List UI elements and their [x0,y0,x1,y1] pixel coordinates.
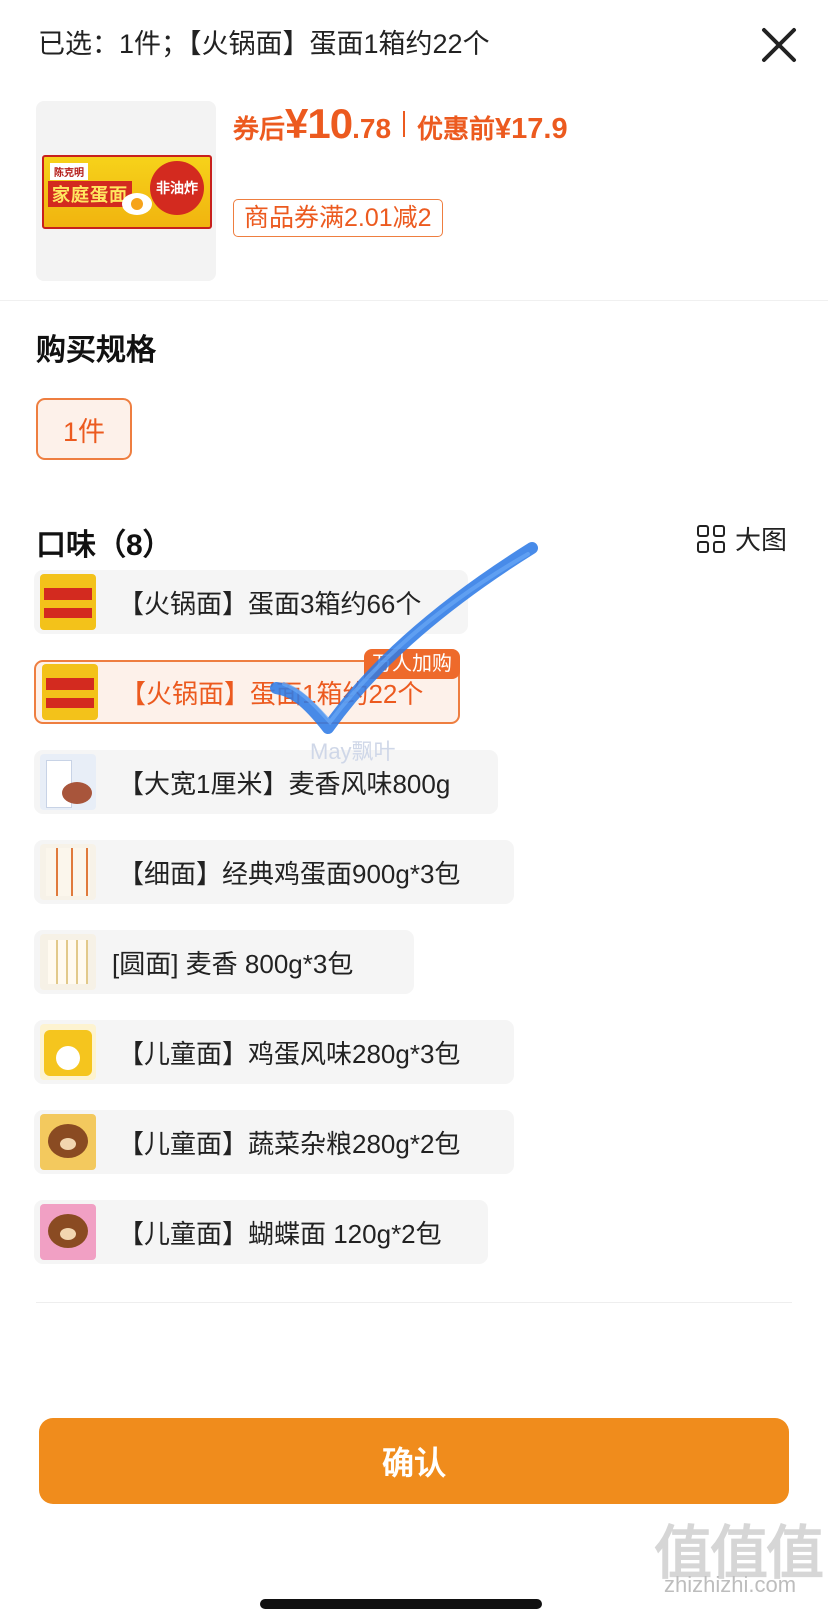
flavor-option[interactable]: 【儿童面】蝴蝶面 120g*2包 [34,1200,488,1264]
price-label: 券后 [233,114,286,144]
flavor-option-label: 【火锅面】蛋面1箱约22个 [120,678,424,709]
flavor-option-label: [圆面] 麦香 800g*3包 [112,948,354,979]
package-name: 家庭蛋面 [48,181,132,207]
flavor-option-label: 【儿童面】蝴蝶面 120g*2包 [118,1218,442,1249]
product-image[interactable]: 陈克明 家庭蛋面 非油炸 [36,101,216,281]
flavor-option[interactable]: 【火锅面】蛋面3箱约66个 [34,570,468,634]
spec-option-1[interactable]: 1件 [36,398,132,460]
divider [36,1302,792,1303]
divider [0,300,828,301]
flavor-thumbnail [40,1024,96,1080]
flavor-thumbnail [40,574,96,630]
flavor-thumbnail [40,1114,96,1170]
price-separator [403,111,406,137]
spec-title: 购买规格 [36,334,156,367]
price-decimal: .78 [352,113,392,144]
flavor-option-label: 【大宽1厘米】麦香风味800g [118,768,451,799]
flavor-thumbnail [40,1204,96,1260]
home-indicator [260,1599,542,1609]
flavor-thumbnail [40,844,96,900]
flavor-thumbnail [40,754,96,810]
flavor-title: 口味（8） [36,529,173,562]
flavor-option[interactable]: 【儿童面】鸡蛋风味280g*3包 [34,1020,514,1084]
flavor-option[interactable]: [圆面] 麦香 800g*3包 [34,930,414,994]
flavor-option-label: 【细面】经典鸡蛋面900g*3包 [118,858,461,889]
original-price: ¥17.9 [495,113,568,145]
selected-summary: 已选：1件；【火锅面】蛋面1箱约22个 [38,29,490,59]
flavor-option-label: 【儿童面】鸡蛋风味280g*3包 [118,1038,461,1069]
egg-icon [122,193,152,215]
big-view-button[interactable]: 大图 [697,520,787,557]
close-icon [762,28,796,62]
big-view-label: 大图 [735,525,788,555]
flavor-option[interactable]: 【细面】经典鸡蛋面900g*3包 [34,840,514,904]
price-line: 券后 ¥10 .78 优惠前 ¥17.9 [233,100,568,148]
price-integer: ¥10 [285,100,353,147]
flavor-thumbnail [42,664,98,720]
product-package: 陈克明 家庭蛋面 非油炸 [42,155,212,229]
coupon-tag[interactable]: 商品券满2.01减2 [233,199,443,237]
hot-badge: 万人加购 [364,649,460,679]
flavor-option[interactable]: 【大宽1厘米】麦香风味800g [34,750,498,814]
original-price-label: 优惠前 [417,114,496,144]
package-badge: 非油炸 [150,161,204,215]
annotation-watermark: May飘叶 [310,739,396,764]
confirm-button[interactable]: 确认 [39,1418,789,1504]
grid-icon [697,524,725,553]
flavor-option-label: 【儿童面】蔬菜杂粮280g*2包 [118,1128,461,1159]
package-brand: 陈克明 [50,163,88,180]
close-button[interactable] [756,22,802,68]
flavor-option[interactable]: 【儿童面】蔬菜杂粮280g*2包 [34,1110,514,1174]
flavor-option-label: 【火锅面】蛋面3箱约66个 [118,588,422,619]
flavor-thumbnail [40,934,96,990]
site-watermark-url: zhizhizhi.com [664,1572,797,1597]
